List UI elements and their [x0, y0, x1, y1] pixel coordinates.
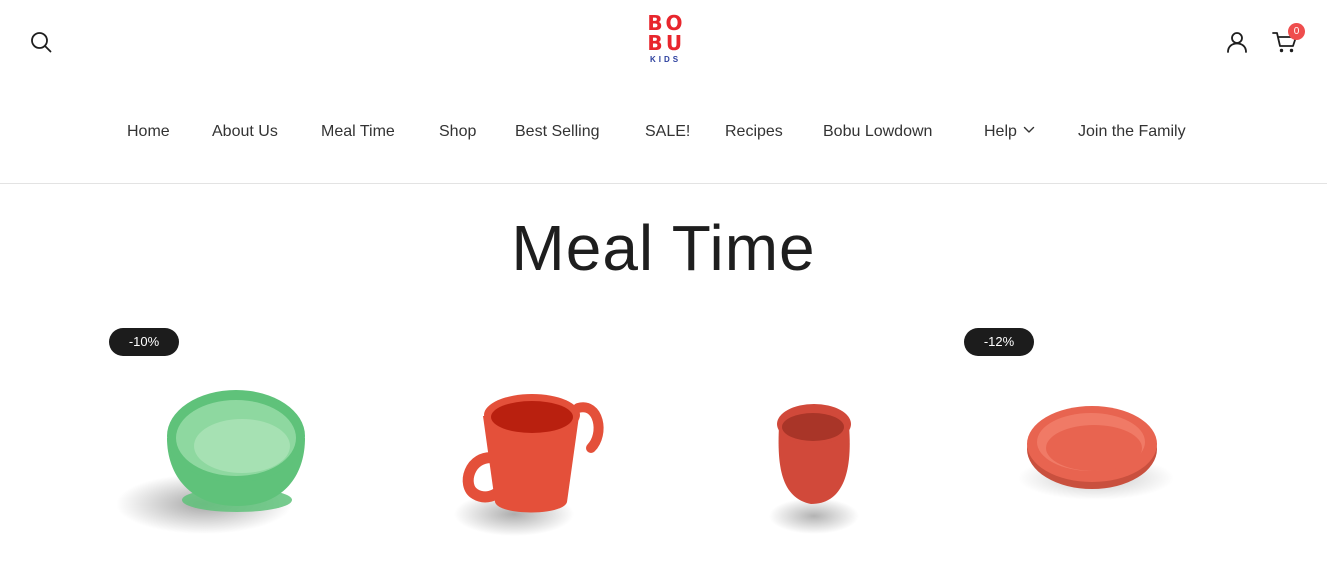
- chevron-down-icon: [1023, 127, 1035, 133]
- product-card[interactable]: -12%: [964, 326, 1214, 588]
- nav-item-help[interactable]: Help: [984, 121, 1035, 143]
- account-button[interactable]: [1225, 30, 1249, 54]
- nav-item-home[interactable]: Home: [127, 121, 170, 143]
- product-image-plate[interactable]: [964, 326, 1214, 588]
- nav-item-join-the-family[interactable]: Join the Family: [1078, 121, 1186, 143]
- nav-item-meal-time[interactable]: Meal Time: [321, 121, 395, 143]
- nav-item-bobu-lowdown[interactable]: Bobu Lowdown: [823, 121, 932, 143]
- product-card[interactable]: [749, 326, 999, 588]
- discount-badge: -10%: [109, 328, 179, 356]
- discount-badge: -12%: [964, 328, 1034, 356]
- nav-item-recipes[interactable]: Recipes: [725, 121, 783, 143]
- logo-subtitle: KIDS: [649, 55, 682, 64]
- product-image-cup[interactable]: [749, 326, 999, 588]
- page-title: Meal Time: [511, 212, 816, 284]
- logo-letter: B: [647, 31, 662, 55]
- main-nav: Home About Us Meal Time Shop Best Sellin…: [0, 121, 1327, 145]
- logo-letter: U: [665, 31, 682, 55]
- product-image-mug[interactable]: [429, 326, 679, 588]
- logo-letter: O: [665, 11, 682, 35]
- search-button[interactable]: [29, 30, 53, 54]
- site-header: B O B U KIDS 0 Home About Us Meal Time S…: [0, 0, 1327, 184]
- product-card[interactable]: -10%: [109, 326, 359, 588]
- user-icon: [1227, 32, 1247, 53]
- nav-item-help-label: Help: [984, 123, 1017, 140]
- search-icon: [31, 32, 52, 53]
- nav-item-best-selling[interactable]: Best Selling: [515, 121, 600, 143]
- product-image-bowl[interactable]: [109, 326, 359, 588]
- logo-mark: B O B U: [645, 13, 683, 53]
- product-grid: -10% -12%: [109, 326, 1218, 588]
- nav-item-about-us[interactable]: About Us: [212, 121, 278, 143]
- brand-logo[interactable]: B O B U KIDS: [640, 11, 688, 69]
- nav-item-shop[interactable]: Shop: [439, 121, 476, 143]
- cart-count-badge: 0: [1288, 23, 1305, 40]
- nav-item-sale[interactable]: SALE!: [645, 121, 690, 143]
- logo-letter: B: [647, 11, 662, 35]
- product-card[interactable]: [429, 326, 679, 588]
